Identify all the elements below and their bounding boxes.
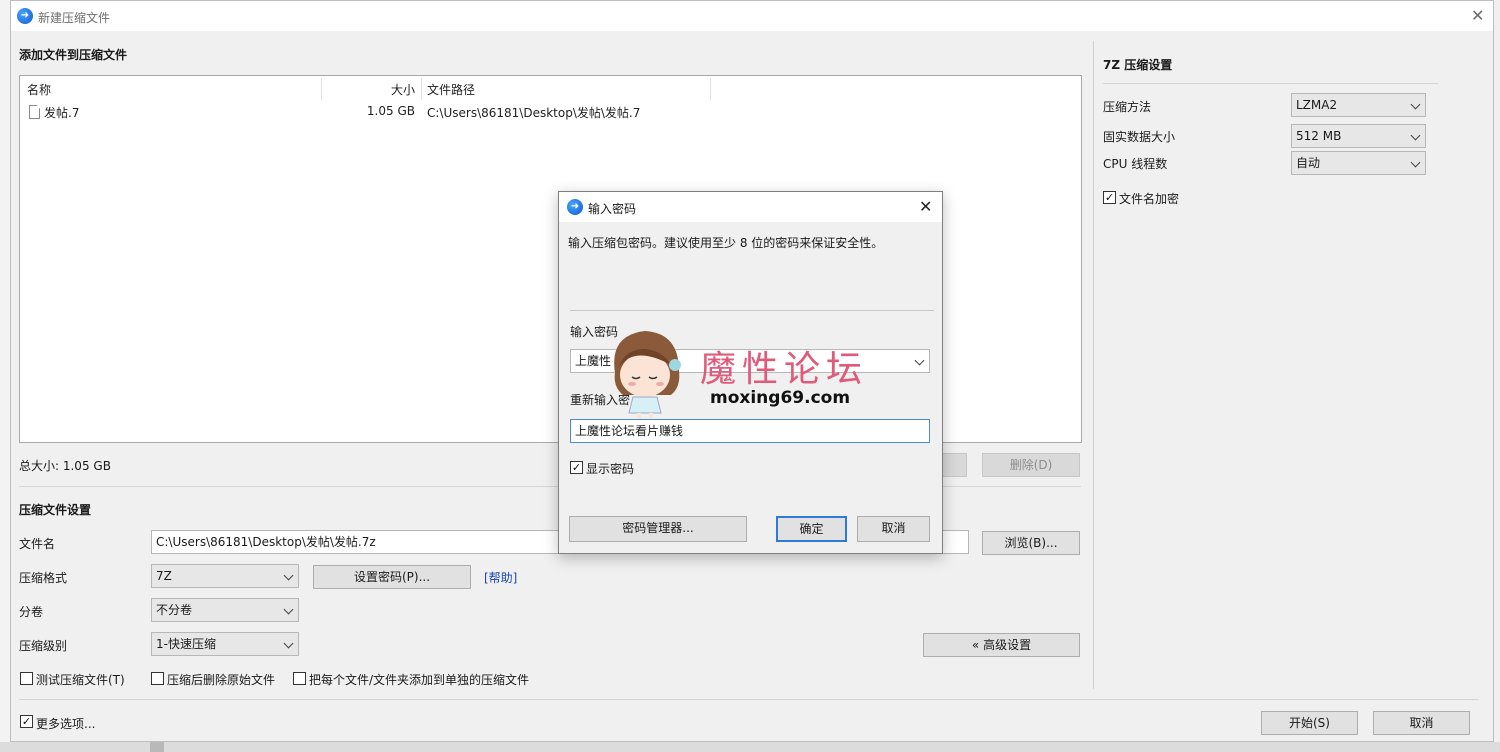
dialog-cancel-button[interactable]: 取消 (857, 516, 930, 542)
show-password-checkbox[interactable]: ✓ (570, 461, 583, 474)
watermark-title: 魔性论坛 (700, 349, 869, 390)
level-select[interactable]: 1-快速压缩 (151, 632, 299, 656)
separate-archives-label[interactable]: 把每个文件/文件夹添加到单独的压缩文件 (309, 671, 529, 688)
format-select[interactable]: 7Z (151, 564, 299, 588)
close-icon[interactable]: ✕ (919, 199, 932, 215)
archive-settings-title: 压缩文件设置 (19, 503, 92, 517)
solid-size-label: 固实数据大小 (1103, 130, 1176, 144)
column-separator[interactable] (421, 78, 422, 100)
background-taskbar (0, 742, 1500, 752)
separate-archives-checkbox[interactable] (293, 672, 306, 685)
solid-size-value: 512 MB (1296, 129, 1342, 143)
dialog-title: 输入密码 (588, 202, 637, 216)
chevron-down-icon (283, 570, 294, 581)
chevron-down-icon (283, 638, 294, 649)
dialog-title-bar: ➜ 输入密码 ✕ (559, 192, 942, 222)
chevron-down-icon (283, 604, 294, 615)
close-icon[interactable]: ✕ (1471, 8, 1484, 24)
threads-select[interactable]: 自动 (1291, 151, 1426, 175)
format-label: 压缩格式 (19, 571, 68, 585)
method-select-value: LZMA2 (1296, 98, 1338, 112)
volume-select[interactable]: 不分卷 (151, 598, 299, 622)
method-select[interactable]: LZMA2 (1291, 93, 1426, 117)
method-label: 压缩方法 (1103, 100, 1152, 114)
help-link[interactable]: [帮助] (484, 569, 517, 586)
browse-button[interactable]: 浏览(B)... (982, 531, 1080, 555)
level-label: 压缩级别 (19, 639, 68, 653)
background-window-edge (0, 0, 10, 752)
column-header-name[interactable]: 名称 (27, 80, 51, 100)
more-options-label[interactable]: 更多选项... (36, 715, 95, 732)
ok-button[interactable]: 确定 (776, 516, 847, 542)
delete-button[interactable]: 删除(D) (982, 453, 1080, 477)
7z-settings-title: 7Z 压缩设置 (1103, 58, 1173, 72)
chevron-down-icon (1410, 157, 1421, 168)
test-archive-checkbox[interactable] (20, 672, 33, 685)
encrypt-names-checkbox[interactable]: ✓ (1103, 191, 1116, 204)
start-button[interactable]: 开始(S) (1261, 711, 1358, 735)
advanced-settings-button[interactable]: « 高级设置 (923, 633, 1080, 657)
volume-select-value: 不分卷 (156, 603, 193, 617)
app-logo-icon: ➜ (17, 8, 33, 24)
dialog-description: 输入压缩包密码。建议使用至少 8 位的密码来保证安全性。 (568, 236, 884, 250)
format-select-value: 7Z (156, 569, 172, 583)
app-logo-icon: ➜ (567, 199, 583, 215)
reenter-password-input[interactable]: 上魔性论坛看片赚钱 (570, 419, 930, 443)
delete-after-checkbox[interactable] (151, 672, 164, 685)
threads-select-value: 自动 (1296, 156, 1321, 170)
column-separator[interactable] (710, 78, 711, 100)
window-title: 新建压缩文件 (38, 11, 111, 25)
more-options-checkbox[interactable]: ✓ (20, 715, 33, 728)
chevron-down-icon (1410, 130, 1421, 141)
file-row-size: 1.05 GB (366, 104, 415, 118)
watermark-mascot (605, 325, 687, 420)
password-manager-button[interactable]: 密码管理器... (569, 516, 747, 542)
divider (570, 310, 934, 311)
column-header-path[interactable]: 文件路径 (427, 80, 475, 100)
column-header-size[interactable]: 大小 (320, 80, 415, 100)
test-archive-label[interactable]: 测试压缩文件(T) (36, 671, 125, 688)
background-scroll-thumb (150, 742, 164, 752)
show-password-label[interactable]: 显示密码 (586, 460, 634, 477)
set-password-button[interactable]: 设置密码(P)... (313, 565, 471, 589)
title-bar: ➜ 新建压缩文件 ✕ (11, 1, 1493, 31)
divider (19, 699, 1479, 700)
encrypt-names-label[interactable]: 文件名加密 (1119, 190, 1179, 207)
total-size: 总大小: 1.05 GB (19, 459, 111, 473)
add-files-section-title: 添加文件到压缩文件 (19, 48, 128, 62)
level-select-value: 1-快速压缩 (156, 637, 216, 651)
file-row-path: C:\Users\86181\Desktop\发帖\发帖.7 (427, 106, 641, 120)
file-row-name[interactable]: 发帖.7 (44, 104, 79, 121)
file-icon (29, 105, 40, 119)
volume-label: 分卷 (19, 605, 44, 619)
mascot-illustration (614, 331, 681, 419)
solid-size-select[interactable]: 512 MB (1291, 124, 1426, 148)
threads-label: CPU 线程数 (1103, 157, 1168, 171)
watermark-url: moxing69.com (710, 388, 851, 408)
cancel-button[interactable]: 取消 (1373, 711, 1470, 735)
chevron-down-icon (1410, 99, 1421, 110)
filename-label: 文件名 (19, 537, 56, 551)
delete-after-label[interactable]: 压缩后删除原始文件 (167, 671, 275, 688)
chevron-down-icon (914, 355, 925, 366)
panel-divider (1093, 41, 1094, 689)
divider (1103, 83, 1438, 84)
